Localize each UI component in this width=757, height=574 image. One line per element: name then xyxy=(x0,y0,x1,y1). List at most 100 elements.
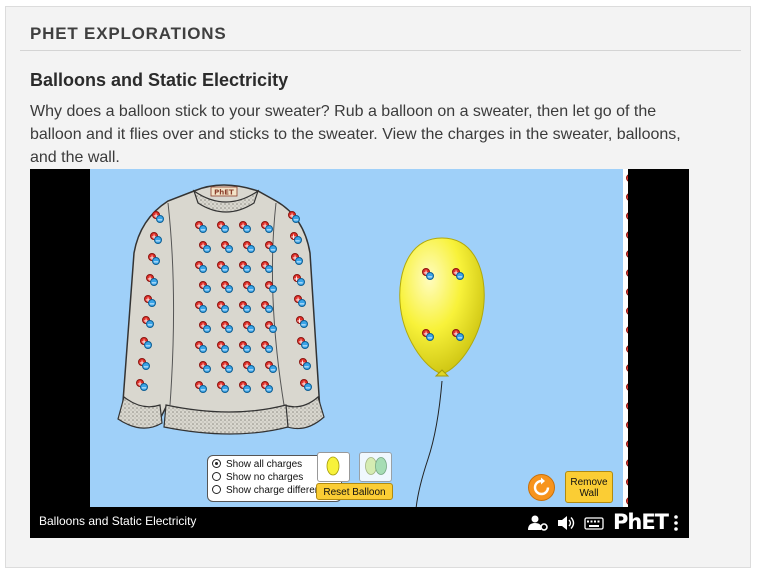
sweater-logo: PhET xyxy=(214,189,234,197)
positive-charge-icon: + xyxy=(626,383,628,392)
radio-icon[interactable] xyxy=(212,484,221,494)
section-header: PHET EXPLORATIONS xyxy=(30,24,227,43)
refresh-icon xyxy=(533,477,550,496)
negative-charge-icon: − xyxy=(298,299,306,308)
positive-charge-icon: + xyxy=(626,345,628,354)
radio-selected-icon[interactable] xyxy=(212,458,221,468)
remove-wall-button[interactable]: Remove Wall xyxy=(565,471,613,503)
sound-icon[interactable] xyxy=(556,514,576,532)
positive-charge-icon: + xyxy=(626,402,628,411)
positive-charge-icon: + xyxy=(626,174,628,183)
negative-charge-icon: − xyxy=(301,341,309,350)
negative-charge-icon: − xyxy=(154,236,162,245)
positive-charge-icon: + xyxy=(626,459,628,468)
header-divider xyxy=(20,50,741,51)
single-balloon-icon xyxy=(326,456,340,476)
negative-charge-icon: − xyxy=(221,225,229,234)
negative-charge-icon: − xyxy=(296,278,305,287)
positive-charge-icon: + xyxy=(626,440,628,449)
keyboard-icon[interactable] xyxy=(584,514,604,532)
negative-charge-icon: − xyxy=(146,320,154,329)
user-settings-icon[interactable] xyxy=(527,514,549,532)
negative-charge-icon: − xyxy=(304,383,312,392)
negative-charge-icon: − xyxy=(265,345,273,354)
reset-balloon-button[interactable]: Reset Balloon xyxy=(316,483,393,500)
play-area[interactable]: PhET + − + − + − + − + − + − + − + − + − + − + − + − + − + − + − + − + − +… xyxy=(90,169,628,507)
positive-charge-icon: + xyxy=(626,497,628,506)
negative-charge-icon: − xyxy=(426,333,434,342)
negative-charge-icon: − xyxy=(142,362,150,371)
more-options-icon[interactable] xyxy=(671,514,681,532)
phet-logo[interactable]: PhET xyxy=(613,510,669,534)
negative-charge-icon: − xyxy=(243,345,251,354)
positive-charge-icon: + xyxy=(626,478,628,487)
negative-charge-icon: − xyxy=(247,325,255,334)
negative-charge-icon: − xyxy=(156,215,164,224)
positive-charge-icon: + xyxy=(626,421,628,430)
negative-charge-icon: − xyxy=(265,305,273,314)
negative-charge-icon: − xyxy=(221,345,229,354)
negative-charge-icon: − xyxy=(203,325,211,334)
reset-all-button[interactable] xyxy=(528,474,555,501)
simulation-frame: PhET + − + − + − + − + − + − + − + − + − + − + − + − + − + − + − + − + − +… xyxy=(30,169,689,538)
negative-charge-icon: − xyxy=(225,365,233,374)
negative-charge-icon: − xyxy=(221,305,229,314)
negative-charge-icon: − xyxy=(225,285,233,294)
negative-charge-icon: − xyxy=(150,278,158,287)
balloon-string xyxy=(415,380,443,507)
negative-charge-icon: − xyxy=(225,325,233,334)
negative-charge-icon: − xyxy=(148,299,156,308)
negative-charge-icon: − xyxy=(199,225,207,234)
negative-charge-icon: − xyxy=(247,365,255,374)
negative-charge-icon: − xyxy=(203,285,211,294)
negative-charge-icon: − xyxy=(269,325,277,334)
sim-description: Why does a balloon stick to your sweater… xyxy=(30,103,681,166)
nav-bar-sim-name: Balloons and Static Electricity xyxy=(39,514,197,528)
sim-title[interactable]: Balloons and Static Electricity xyxy=(30,70,288,91)
negative-charge-icon: − xyxy=(456,333,464,342)
positive-charge-icon: + xyxy=(626,307,628,316)
negative-charge-icon: − xyxy=(203,245,211,254)
negative-charge-icon: − xyxy=(243,225,251,234)
negative-charge-icon: − xyxy=(203,365,211,374)
negative-charge-icon: − xyxy=(199,385,207,394)
negative-charge-icon: − xyxy=(269,245,277,254)
negative-charge-icon: − xyxy=(199,345,207,354)
yellow-balloon[interactable] xyxy=(396,236,488,386)
negative-charge-icon: − xyxy=(426,272,434,281)
two-balloons-icon xyxy=(365,457,387,475)
negative-charge-icon: − xyxy=(269,285,277,294)
negative-charge-icon: − xyxy=(265,265,273,274)
negative-charge-icon: − xyxy=(293,236,302,245)
negative-charge-icon: − xyxy=(225,245,233,254)
negative-charge-icon: − xyxy=(221,385,229,394)
negative-charge-icon: − xyxy=(199,305,207,314)
negative-charge-icon: − xyxy=(269,365,277,374)
show-no-charges-option[interactable]: Show no charges xyxy=(212,471,303,484)
positive-charge-icon: + xyxy=(626,364,628,373)
positive-charge-icon: + xyxy=(626,212,628,221)
negative-charge-icon: − xyxy=(299,320,308,329)
negative-charge-icon: − xyxy=(295,257,303,266)
positive-charge-icon: + xyxy=(626,326,628,335)
two-balloon-selector[interactable] xyxy=(359,452,392,482)
positive-charge-icon: + xyxy=(626,250,628,259)
positive-charge-icon: + xyxy=(626,231,628,240)
negative-charge-icon: − xyxy=(247,285,255,294)
negative-charge-icon: − xyxy=(265,385,273,394)
show-all-charges-option[interactable]: Show all charges xyxy=(212,458,302,471)
negative-charge-icon: − xyxy=(243,305,251,314)
positive-charge-icon: + xyxy=(626,193,628,202)
negative-charge-icon: − xyxy=(199,265,207,274)
positive-charge-icon: + xyxy=(626,288,628,297)
negative-charge-icon: − xyxy=(144,341,152,350)
negative-charge-icon: − xyxy=(456,272,464,281)
negative-charge-icon: − xyxy=(243,385,251,394)
negative-charge-icon: − xyxy=(140,383,148,392)
negative-charge-icon: − xyxy=(302,362,311,371)
one-balloon-selector[interactable] xyxy=(317,452,350,482)
negative-charge-icon: − xyxy=(292,215,300,224)
negative-charge-icon: − xyxy=(152,257,160,266)
radio-icon[interactable] xyxy=(212,471,221,481)
negative-charge-icon: − xyxy=(243,265,251,274)
